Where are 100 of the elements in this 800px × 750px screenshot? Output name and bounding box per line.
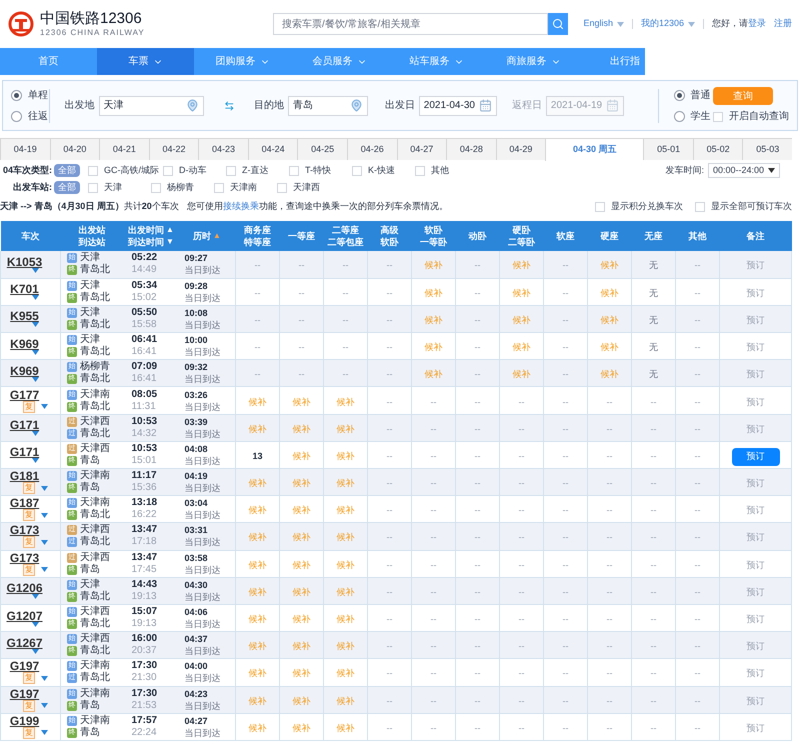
date-tab[interactable]: 04-20	[50, 138, 100, 160]
seat-availability[interactable]: 候补	[248, 722, 266, 733]
seat-availability[interactable]: 候补	[248, 532, 266, 542]
radio-button[interactable]	[674, 90, 685, 100]
train-number-link[interactable]: G199	[10, 714, 52, 727]
nav-item[interactable]: 站车服务	[388, 48, 485, 75]
book-button[interactable]: 预订	[746, 505, 764, 516]
seat-availability[interactable]: 候补	[600, 314, 618, 325]
seat-availability[interactable]: 候补	[336, 424, 354, 434]
seat-availability[interactable]: 候补	[600, 342, 618, 352]
date-tab[interactable]: 04-21	[99, 138, 149, 160]
train-number-link[interactable]: K969	[10, 338, 51, 350]
train-number-link[interactable]: G1206	[6, 582, 55, 594]
seat-availability[interactable]: 候补	[424, 342, 442, 352]
checkbox[interactable]	[695, 202, 705, 212]
book-button[interactable]: 预订	[746, 424, 764, 434]
seat-availability[interactable]: 候补	[336, 696, 354, 706]
date-tab[interactable]: 04-23	[198, 138, 248, 160]
seat-availability[interactable]: 候补	[248, 696, 266, 706]
checkbox[interactable]	[214, 182, 224, 193]
seat-availability[interactable]: 候补	[336, 532, 354, 542]
checkbox[interactable]	[352, 166, 362, 176]
date-tab[interactable]: 04-29	[496, 138, 546, 160]
radio-button[interactable]	[11, 90, 22, 100]
book-button[interactable]: 预订	[746, 641, 764, 652]
date-tab[interactable]: 05-01	[643, 138, 693, 160]
nav-item[interactable]: 团购服务	[194, 48, 291, 75]
sort-arrow[interactable]: ▲	[213, 230, 221, 242]
seat-availability[interactable]: 候补	[512, 342, 530, 352]
train-number-link[interactable]: G171	[10, 419, 52, 432]
query-button[interactable]: 查询	[713, 87, 773, 105]
book-button[interactable]: 预订	[732, 448, 780, 466]
search-field[interactable]: 搜索车票/餐饮/常旅客/相关规章	[273, 13, 548, 35]
nav-item[interactable]: 首页	[0, 48, 97, 75]
train-number-link[interactable]: K701	[10, 283, 51, 296]
date-tab[interactable]: 04-27	[396, 138, 446, 160]
seat-availability[interactable]: 候补	[336, 641, 354, 652]
filter-all-tag[interactable]: 全部	[54, 164, 80, 177]
input-field[interactable]: 青岛	[288, 96, 368, 116]
seat-availability[interactable]: 候补	[292, 696, 310, 706]
seat-availability[interactable]: 候补	[292, 614, 310, 624]
nav-item[interactable]: 出行指	[582, 48, 645, 75]
train-number-link[interactable]: G173	[10, 524, 52, 536]
seat-availability[interactable]: 13	[252, 450, 262, 461]
train-number-link[interactable]: G171	[10, 446, 52, 458]
checkbox[interactable]	[88, 182, 98, 193]
header-link[interactable]: 我的12306	[640, 17, 695, 31]
train-number-link[interactable]: K1053	[6, 256, 54, 268]
checkbox[interactable]	[713, 112, 723, 122]
seat-availability[interactable]: 候补	[248, 424, 266, 434]
register-link[interactable]: 注册	[774, 17, 792, 31]
seat-availability[interactable]: 候补	[600, 369, 618, 380]
seat-availability[interactable]: 候补	[336, 560, 354, 570]
seat-availability[interactable]: 候补	[248, 668, 266, 678]
seat-availability[interactable]: 候补	[424, 260, 442, 270]
nav-item[interactable]: 商旅服务	[485, 48, 582, 75]
book-button[interactable]: 预订	[746, 668, 764, 678]
swap-icon[interactable]	[224, 98, 234, 112]
seat-availability[interactable]: 候补	[336, 586, 354, 597]
book-button[interactable]: 预订	[746, 696, 764, 706]
sort-arrow[interactable]: ▼	[166, 236, 174, 248]
date-tab[interactable]: 04-22	[148, 138, 198, 160]
seat-availability[interactable]: 候补	[336, 722, 354, 733]
seat-availability[interactable]: 候补	[248, 641, 266, 652]
seat-availability[interactable]: 候补	[424, 314, 442, 325]
radio-button[interactable]	[674, 110, 685, 122]
seat-availability[interactable]: 候补	[292, 396, 310, 407]
date-tab[interactable]: 04-26	[346, 138, 396, 160]
book-button[interactable]: 预订	[746, 614, 764, 624]
book-button[interactable]: 预订	[746, 342, 764, 352]
date-tab[interactable]: 04-19	[0, 138, 50, 160]
train-number-link[interactable]: K955	[10, 310, 51, 322]
date-tab[interactable]: 05-03	[742, 138, 792, 160]
seat-availability[interactable]: 候补	[292, 450, 310, 461]
sort-arrow[interactable]: ▲	[166, 224, 174, 236]
search-button[interactable]	[548, 13, 568, 35]
input-field[interactable]: 天津	[98, 96, 204, 116]
filter-all-tag[interactable]: 全部	[54, 181, 80, 194]
seat-availability[interactable]: 候补	[248, 586, 266, 597]
book-button[interactable]: 预订	[746, 396, 764, 407]
train-number-link[interactable]: G181	[10, 470, 52, 482]
checkbox[interactable]	[88, 166, 98, 176]
date-tab[interactable]: 04-24	[248, 138, 298, 160]
seat-availability[interactable]: 候补	[292, 668, 310, 678]
seat-availability[interactable]: 候补	[292, 424, 310, 434]
book-button[interactable]: 预订	[746, 369, 764, 380]
checkbox[interactable]	[289, 166, 299, 176]
seat-availability[interactable]: 候补	[292, 586, 310, 597]
seat-availability[interactable]: 候补	[512, 314, 530, 325]
depart-time-select[interactable]: 00:00--24:00	[708, 163, 780, 178]
book-button[interactable]: 预订	[746, 260, 764, 270]
seat-availability[interactable]: 候补	[336, 478, 354, 488]
seat-availability[interactable]: 候补	[600, 288, 618, 298]
transfer-link[interactable]: 接续换乘	[222, 201, 259, 212]
seat-availability[interactable]: 候补	[292, 505, 310, 516]
seat-availability[interactable]: 候补	[424, 288, 442, 298]
book-button[interactable]: 预订	[746, 560, 764, 570]
book-button[interactable]: 预订	[746, 314, 764, 325]
seat-availability[interactable]: 候补	[336, 614, 354, 624]
checkbox[interactable]	[415, 166, 425, 176]
